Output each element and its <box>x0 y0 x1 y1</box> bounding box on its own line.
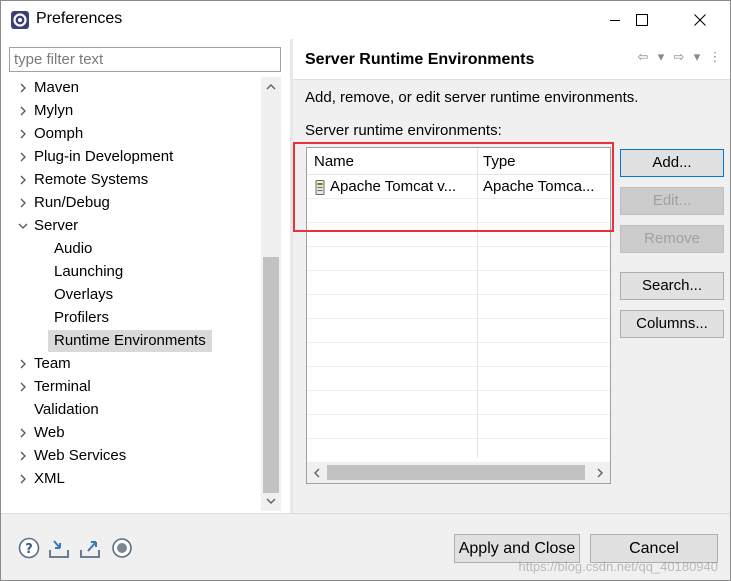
page-header: Server Runtime Environments ⇦ ▾ ⇨ ▾ ⋮ <box>293 39 730 80</box>
preference-navigation: Maven Mylyn Oomph Plug-in Development Remote… <box>1 39 290 513</box>
dropdown-icon[interactable]: ▾ <box>654 49 668 65</box>
tree-item-label: Launching <box>54 263 124 280</box>
tree-item-label: Audio <box>54 240 93 257</box>
scroll-left-icon[interactable] <box>307 462 327 483</box>
tree-item-label: Web Services <box>34 447 127 464</box>
tree-item[interactable]: Oomph <box>20 123 84 145</box>
tree-item-label: Team <box>34 355 71 372</box>
tree-item[interactable]: Overlays <box>54 284 113 306</box>
table-row <box>307 415 610 439</box>
chevron-right-icon[interactable] <box>16 422 30 444</box>
tree-item[interactable]: Profilers <box>54 307 109 329</box>
close-button[interactable] <box>677 1 723 39</box>
scrollbar-thumb[interactable] <box>263 257 279 493</box>
scroll-down-icon[interactable] <box>261 491 281 511</box>
table-row <box>307 271 610 295</box>
page-navigation: ⇦ ▾ ⇨ ▾ ⋮ <box>636 49 722 65</box>
annotation-highlight-box <box>293 142 614 232</box>
tree-item[interactable]: Validation <box>34 399 99 421</box>
add-button[interactable]: Add... <box>620 149 724 177</box>
tree-item-label: Maven <box>34 79 80 96</box>
page-title: Server Runtime Environments <box>305 51 535 68</box>
page-description: Add, remove, or edit server runtime envi… <box>305 89 639 106</box>
tree-item[interactable]: Team <box>20 353 71 375</box>
tree-item[interactable]: Mylyn <box>20 100 74 122</box>
export-icon[interactable] <box>79 537 101 559</box>
tree-item-label: Plug-in Development <box>34 148 174 165</box>
close-icon <box>694 14 706 26</box>
menu-dots-icon[interactable]: ⋮ <box>708 49 722 65</box>
eclipse-gear-icon <box>10 10 30 30</box>
tree-item-label: Runtime Environments <box>54 332 206 349</box>
import-icon[interactable] <box>48 537 70 559</box>
watermark: https://blog.csdn.net/qq_40180940 <box>518 559 719 574</box>
tree-item-label: XML <box>34 470 65 487</box>
search-button[interactable]: Search... <box>620 272 724 300</box>
tree-item-label: Terminal <box>34 378 91 395</box>
tree-item[interactable]: Maven <box>20 77 80 99</box>
tree-item[interactable]: Audio <box>54 238 92 260</box>
tree-item-label: Run/Debug <box>34 194 110 211</box>
chevron-right-icon[interactable] <box>16 445 30 467</box>
dialog-footer: ? Apply and Close Cancel https://blog.cs… <box>1 513 730 580</box>
tree-item-label: Oomph <box>34 125 84 142</box>
table-row <box>307 319 610 343</box>
maximize-icon <box>636 14 648 26</box>
table-row <box>307 367 610 391</box>
tree-item-label: Server <box>34 217 79 234</box>
record-icon[interactable] <box>111 537 133 559</box>
table-row <box>307 343 610 367</box>
tree-item[interactable]: Web <box>20 422 65 444</box>
chevron-right-icon[interactable] <box>16 192 30 214</box>
tree-item[interactable]: Launching <box>54 261 123 283</box>
tree-item[interactable]: Terminal <box>20 376 91 398</box>
filter-input[interactable] <box>9 47 281 72</box>
tree-item-label: Profilers <box>54 309 110 326</box>
table-row <box>307 391 610 415</box>
window-title: Preferences <box>36 10 123 27</box>
svg-text:?: ? <box>25 542 33 557</box>
tree-item-label: Overlays <box>54 286 114 303</box>
tree-item-label: Web <box>34 424 65 441</box>
table-row <box>307 439 610 463</box>
chevron-down-icon[interactable] <box>16 215 30 237</box>
tree-item[interactable]: Web Services <box>20 445 127 467</box>
tree-item[interactable]: Runtime Environments <box>48 330 212 352</box>
scrollbar-thumb[interactable] <box>327 465 585 480</box>
chevron-right-icon[interactable] <box>16 100 30 122</box>
table-row <box>307 295 610 319</box>
runtime-list-label: Server runtime environments: <box>305 122 502 139</box>
tree-item[interactable]: Run/Debug <box>20 192 110 214</box>
maximize-button[interactable] <box>619 1 665 39</box>
table-horizontal-scrollbar[interactable] <box>307 462 610 483</box>
chevron-right-icon[interactable] <box>16 169 30 191</box>
back-arrow-icon[interactable]: ⇦ <box>636 49 650 65</box>
tree-item-label: Mylyn <box>34 102 74 119</box>
title-bar: Preferences <box>1 1 730 39</box>
preferences-window: Preferences Maven Mylyn Oomph Plug-in Devel… <box>0 0 731 581</box>
tree-item[interactable]: Plug-in Development <box>20 146 174 168</box>
columns-button[interactable]: Columns... <box>620 310 724 338</box>
table-row <box>307 247 610 271</box>
scroll-right-icon[interactable] <box>590 462 610 483</box>
tree-item[interactable]: XML <box>20 468 65 490</box>
tree-item[interactable]: Remote Systems <box>20 169 149 191</box>
chevron-right-icon[interactable] <box>16 123 30 145</box>
chevron-right-icon[interactable] <box>16 376 30 398</box>
tree-item-label: Validation <box>34 401 99 418</box>
tree-item[interactable]: Server <box>18 215 79 237</box>
forward-arrow-icon[interactable]: ⇨ <box>672 49 686 65</box>
remove-button[interactable]: Remove <box>620 225 724 253</box>
preference-page: Server Runtime Environments ⇦ ▾ ⇨ ▾ ⋮ Ad… <box>293 39 730 513</box>
chevron-right-icon[interactable] <box>16 353 30 375</box>
tree-item-label: Remote Systems <box>34 171 149 188</box>
tree-vertical-scrollbar[interactable] <box>261 77 281 511</box>
chevron-right-icon[interactable] <box>16 77 30 99</box>
dropdown-icon[interactable]: ▾ <box>690 49 704 65</box>
edit-button[interactable]: Edit... <box>620 187 724 215</box>
chevron-right-icon[interactable] <box>16 468 30 490</box>
scroll-up-icon[interactable] <box>261 77 281 97</box>
chevron-right-icon[interactable] <box>16 146 30 168</box>
help-icon[interactable]: ? <box>18 537 40 559</box>
